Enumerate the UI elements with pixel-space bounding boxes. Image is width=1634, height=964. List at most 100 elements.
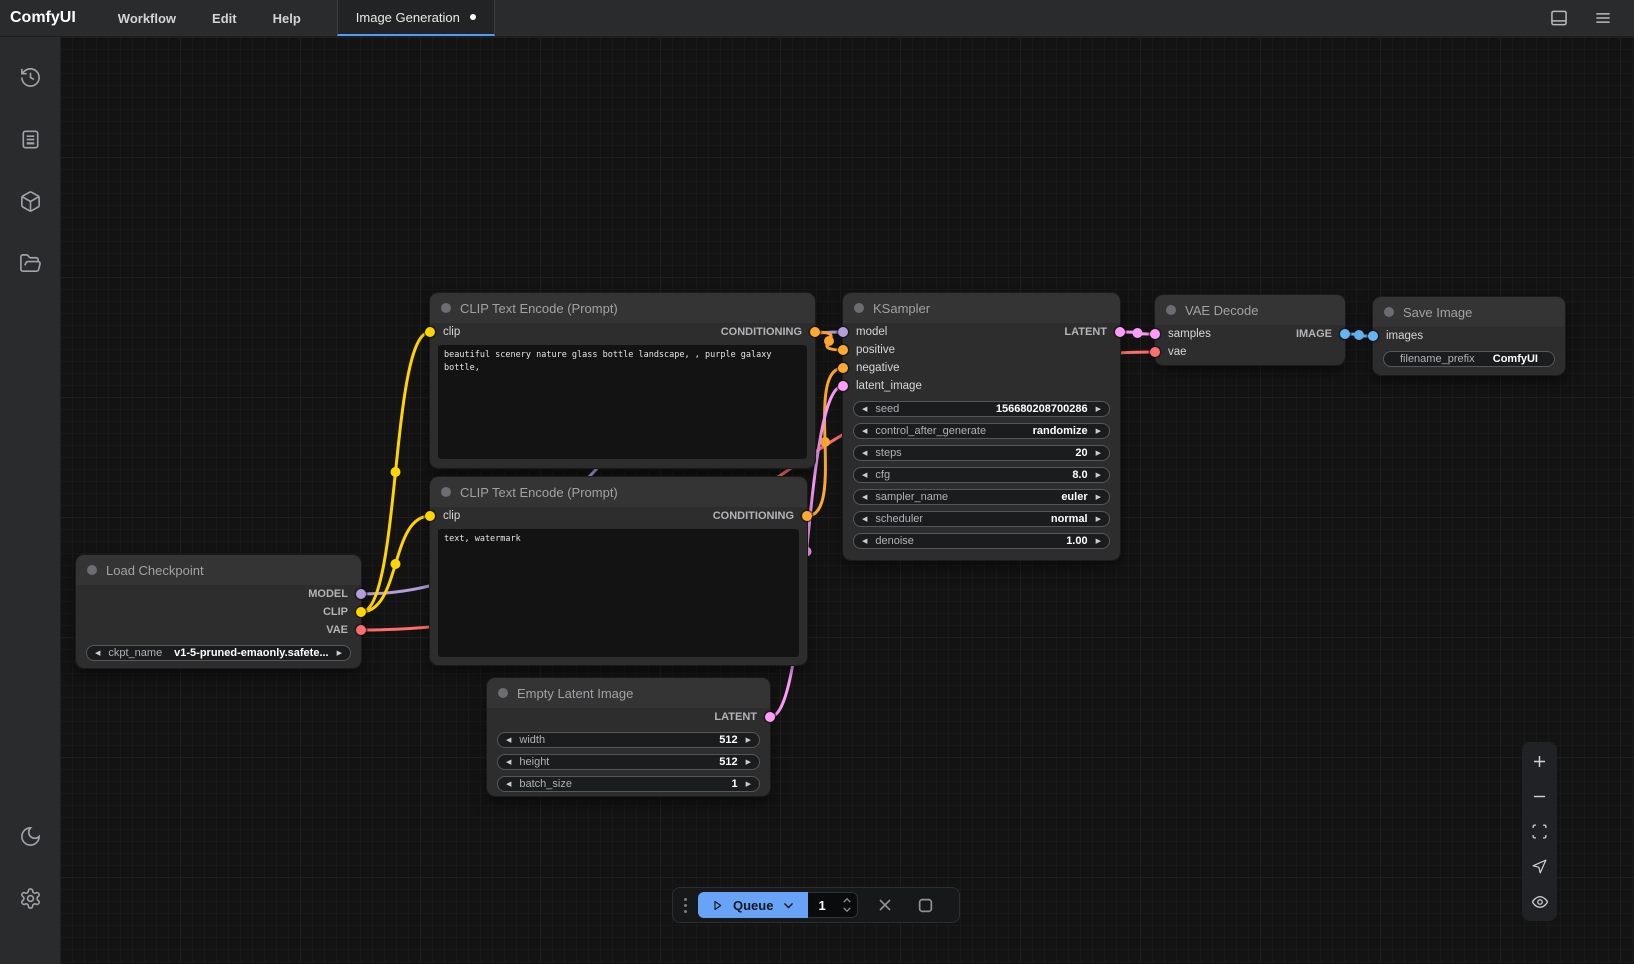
port-latent-output[interactable] [1115, 327, 1125, 337]
port-samples-input[interactable] [1150, 329, 1160, 339]
queue-history-icon[interactable] [2, 49, 58, 105]
node-empty-latent-image[interactable]: Empty Latent Image LATENT width 512 heig… [487, 678, 770, 796]
widget-prev-icon[interactable] [862, 450, 867, 457]
widget-next-icon[interactable] [1096, 406, 1101, 413]
node-clip-text-encode-negative[interactable]: CLIP Text Encode (Prompt) clip CONDITION… [430, 477, 807, 665]
widget-next-icon[interactable] [1096, 472, 1101, 479]
interrupt-stop-icon[interactable] [912, 892, 938, 918]
collapse-dot[interactable] [1384, 307, 1394, 317]
widget-next-icon[interactable] [1096, 450, 1101, 457]
negative-prompt-textarea[interactable]: text, watermark [438, 529, 799, 657]
port-vae-input[interactable] [1150, 347, 1160, 357]
port-conditioning-output[interactable] [802, 511, 812, 521]
menu-help[interactable]: Help [255, 0, 319, 36]
widget-prev-icon[interactable] [862, 538, 867, 545]
positive-prompt-textarea[interactable]: beautiful scenery nature glass bottle la… [438, 345, 807, 459]
widget-prev-icon[interactable] [862, 428, 867, 435]
queue-button[interactable]: Queue [698, 892, 808, 918]
clear-queue-icon[interactable] [872, 892, 898, 918]
widget-next-icon[interactable] [746, 759, 751, 766]
toggle-visibility-eye-icon[interactable] [1523, 884, 1557, 919]
link-midpoint-dot[interactable] [1133, 328, 1143, 338]
widget-next-icon[interactable] [1096, 494, 1101, 501]
menu-hamburger-icon[interactable] [1588, 3, 1618, 33]
settings-gear-icon[interactable] [2, 870, 58, 926]
widget-width[interactable]: width 512 [497, 732, 760, 748]
widget-next-icon[interactable] [337, 650, 342, 657]
node-clip-text-encode-positive[interactable]: CLIP Text Encode (Prompt) clip CONDITION… [430, 293, 815, 468]
widget-next-icon[interactable] [1096, 516, 1101, 523]
widget-height[interactable]: height 512 [497, 754, 760, 770]
widget-prev-icon[interactable] [862, 516, 867, 523]
widget-prev-icon[interactable] [506, 759, 511, 766]
menu-edit[interactable]: Edit [194, 0, 255, 36]
stepper-up-icon[interactable] [842, 897, 852, 904]
collapse-dot[interactable] [1166, 305, 1176, 315]
widget-filename-prefix[interactable]: filename_prefix ComfyUI [1383, 351, 1555, 367]
widget-cfg[interactable]: cfg 8.0 [853, 467, 1110, 483]
zoom-out-icon[interactable] [1523, 779, 1557, 814]
drag-handle-icon[interactable] [684, 898, 687, 913]
node-ksampler[interactable]: KSampler model LATENT positive negative … [843, 293, 1120, 560]
widget-prev-icon[interactable] [506, 781, 511, 788]
port-vae-output[interactable] [356, 625, 366, 635]
widget-ckpt-name[interactable]: ckpt_name v1-5-pruned-emaonly.safete... [86, 645, 351, 661]
port-clip-input[interactable] [425, 327, 435, 337]
port-clip-input[interactable] [425, 511, 435, 521]
port-model-output[interactable] [356, 589, 366, 599]
fit-view-icon[interactable] [1523, 814, 1557, 849]
collapse-dot[interactable] [87, 565, 97, 575]
port-positive-input[interactable] [838, 345, 848, 355]
menu-workflow[interactable]: Workflow [100, 0, 194, 36]
link-midpoint-dot[interactable] [1354, 330, 1364, 340]
node-save-image[interactable]: Save Image images filename_prefix ComfyU… [1373, 297, 1565, 375]
theme-toggle-moon-icon[interactable] [2, 808, 58, 864]
widget-control-after-generate[interactable]: control_after_generate randomize [853, 423, 1110, 439]
zoom-in-icon[interactable] [1523, 744, 1557, 779]
widget-next-icon[interactable] [746, 781, 751, 788]
port-conditioning-output[interactable] [810, 327, 820, 337]
widget-prev-icon[interactable] [862, 472, 867, 479]
widget-denoise[interactable]: denoise 1.00 [853, 533, 1110, 549]
port-images-input[interactable] [1368, 331, 1378, 341]
widget-next-icon[interactable] [1096, 428, 1101, 435]
bottom-panel-toggle-icon[interactable] [1544, 3, 1574, 33]
widget-prev-icon[interactable] [95, 650, 100, 657]
widget-batch-size[interactable]: batch_size 1 [497, 776, 760, 792]
widget-next-icon[interactable] [1096, 538, 1101, 545]
port-model-input[interactable] [838, 327, 848, 337]
link-midpoint-dot[interactable] [391, 559, 401, 569]
collapse-dot[interactable] [498, 688, 508, 698]
pointer-mode-icon[interactable] [1523, 849, 1557, 884]
collapse-dot[interactable] [441, 487, 451, 497]
widget-seed[interactable]: seed 156680208700286 [853, 401, 1110, 417]
port-negative-input[interactable] [838, 363, 848, 373]
node-canvas[interactable]: Load Checkpoint MODEL CLIP VAE ckpt_name… [60, 37, 1634, 964]
port-latent-image-input[interactable] [838, 381, 848, 391]
chevron-down-icon[interactable] [782, 899, 795, 912]
widget-steps[interactable]: steps 20 [853, 445, 1110, 461]
node-title: CLIP Text Encode (Prompt) [460, 301, 618, 316]
port-latent-output[interactable] [765, 712, 775, 722]
collapse-dot[interactable] [854, 303, 864, 313]
batch-count-input[interactable]: 1 [808, 892, 858, 918]
workflow-tab[interactable]: Image Generation [337, 0, 495, 36]
widget-next-icon[interactable] [746, 737, 751, 744]
node-load-checkpoint[interactable]: Load Checkpoint MODEL CLIP VAE ckpt_name… [76, 555, 361, 668]
stepper-down-icon[interactable] [842, 906, 852, 913]
node-title: Save Image [1403, 305, 1472, 320]
link-midpoint-dot[interactable] [391, 467, 401, 477]
node-library-icon[interactable] [2, 111, 58, 167]
widget-prev-icon[interactable] [506, 737, 511, 744]
widget-sampler-name[interactable]: sampler_name euler [853, 489, 1110, 505]
port-clip-output[interactable] [356, 607, 366, 617]
collapse-dot[interactable] [441, 303, 451, 313]
model-library-icon[interactable] [2, 173, 58, 229]
widget-prev-icon[interactable] [862, 494, 867, 501]
widget-prev-icon[interactable] [862, 406, 867, 413]
link-midpoint-dot[interactable] [824, 336, 834, 346]
port-image-output[interactable] [1340, 329, 1350, 339]
widget-scheduler[interactable]: scheduler normal [853, 511, 1110, 527]
workflows-folder-icon[interactable] [2, 235, 58, 291]
node-vae-decode[interactable]: VAE Decode samples IMAGE vae [1155, 295, 1345, 365]
